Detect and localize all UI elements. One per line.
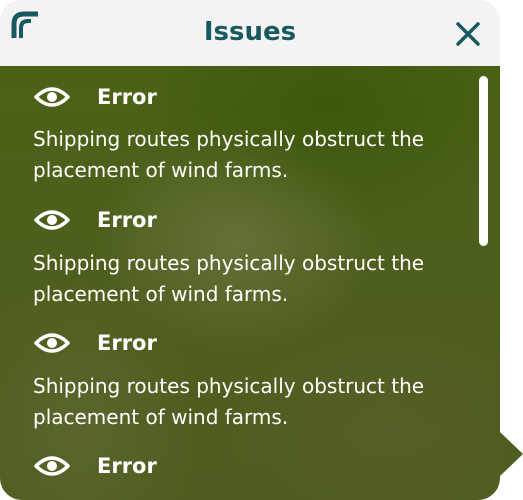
eye-icon[interactable] bbox=[34, 85, 70, 109]
issues-list[interactable]: Error Shipping routes physically obstruc… bbox=[0, 66, 500, 500]
panel-title: Issues bbox=[203, 17, 297, 47]
panel-header: Issues bbox=[0, 0, 500, 66]
scrollbar[interactable] bbox=[477, 76, 491, 246]
issue-label: Error bbox=[97, 85, 157, 109]
issue-text: Shipping routes physically obstruct the … bbox=[33, 374, 425, 429]
callout-pointer bbox=[500, 432, 523, 476]
eye-icon[interactable] bbox=[34, 331, 70, 355]
eye-icon[interactable] bbox=[34, 454, 70, 478]
issue-label: Error bbox=[97, 331, 157, 355]
issue-text: Shipping routes physically obstruct the … bbox=[33, 251, 425, 306]
issue-label: Error bbox=[97, 454, 157, 478]
issues-panel: Issues Error Shipping routes physically … bbox=[0, 0, 500, 500]
issue-label: Error bbox=[97, 208, 157, 232]
close-icon[interactable] bbox=[452, 18, 484, 50]
issue-text: Shipping routes physically obstruct the … bbox=[33, 127, 425, 182]
scrollbar-thumb[interactable] bbox=[479, 76, 488, 246]
eye-icon[interactable] bbox=[34, 208, 70, 232]
